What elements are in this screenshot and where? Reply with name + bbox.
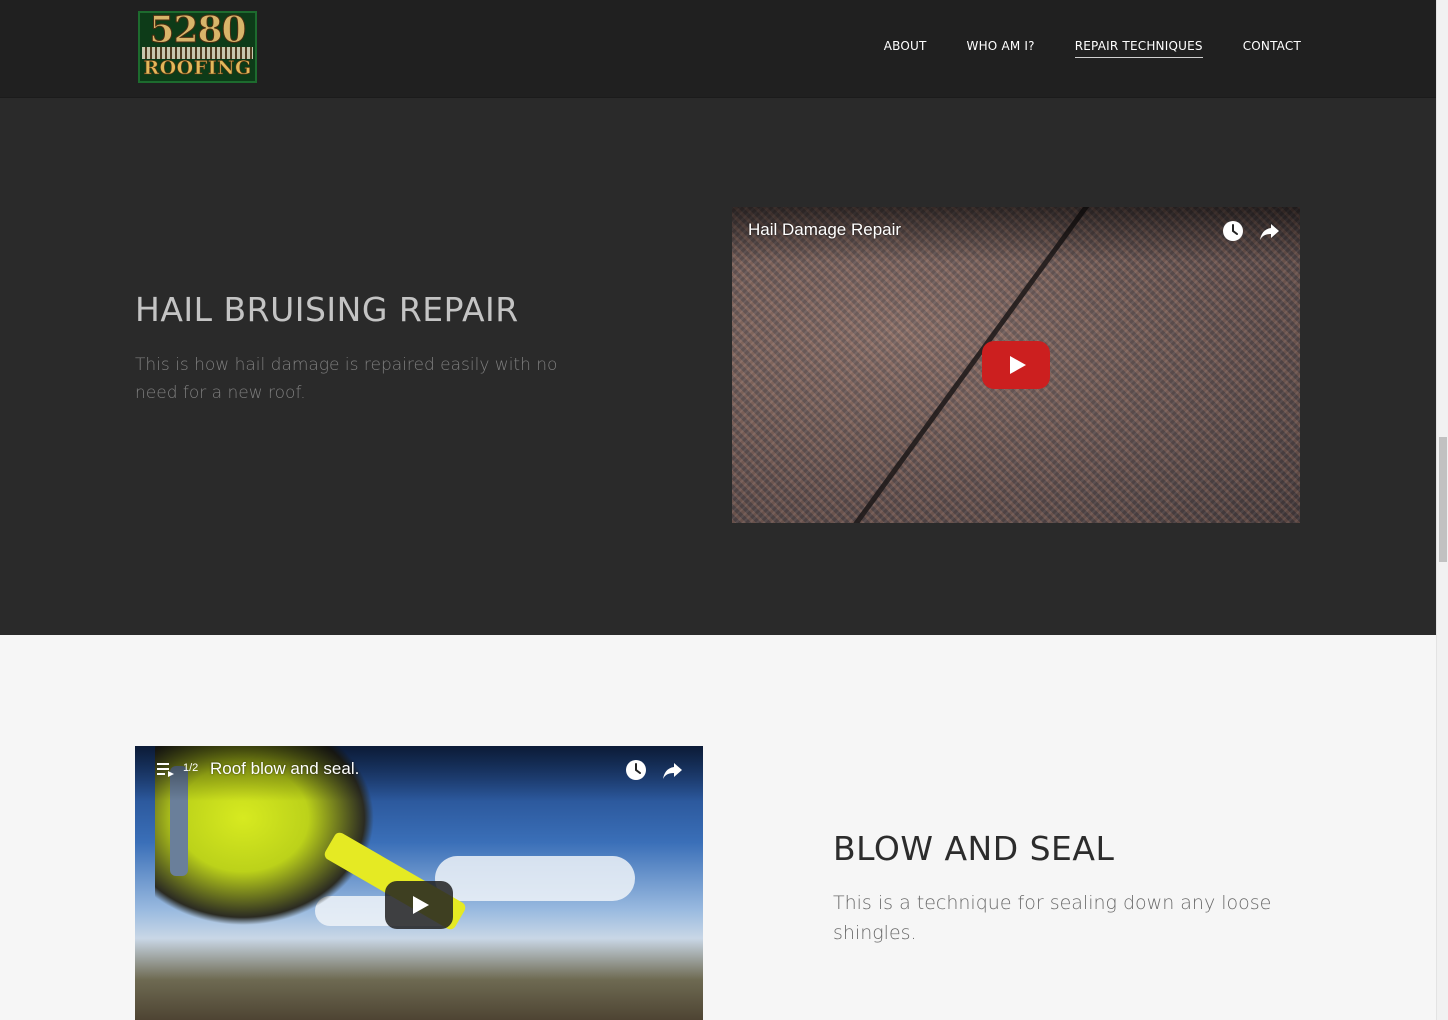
playlist-icon[interactable]	[157, 762, 175, 777]
main-nav: ABOUT WHO AM I? REPAIR TECHNIQUES CONTAC…	[884, 39, 1301, 58]
play-button[interactable]	[982, 341, 1050, 389]
page-scrollbar[interactable]	[1436, 0, 1448, 1020]
hail-repair-section: HAIL BRUISING REPAIR This is how hail da…	[0, 97, 1436, 635]
page: 5280 ROOFING ABOUT WHO AM I? REPAIR TECH…	[0, 0, 1436, 1020]
site-logo[interactable]: 5280 ROOFING	[138, 11, 257, 83]
play-button[interactable]	[385, 881, 453, 929]
section-description: This is how hail damage is repaired easi…	[135, 355, 558, 403]
video-thumbnail-cloud	[435, 856, 635, 901]
clock-icon[interactable]	[625, 759, 647, 781]
blow-and-seal-section: 1/2 Roof blow and seal. BLOW AND SEAL Th…	[0, 635, 1436, 1020]
nav-repair-techniques[interactable]: REPAIR TECHNIQUES	[1074, 39, 1203, 58]
section-title: HAIL BRUISING REPAIR	[135, 290, 519, 329]
playlist-counter: 1/2	[183, 762, 199, 774]
section-title: BLOW AND SEAL	[833, 829, 1115, 868]
nav-who-am-i[interactable]: WHO AM I?	[967, 39, 1035, 58]
logo-wordmark: ROOFING	[143, 57, 252, 80]
share-icon[interactable]	[661, 759, 683, 781]
video-title[interactable]: Roof blow and seal.	[210, 759, 359, 779]
section-description: This is a technique for sealing down any…	[833, 892, 1272, 944]
clock-icon[interactable]	[1222, 220, 1244, 242]
hail-damage-video-player[interactable]: Hail Damage Repair	[732, 207, 1300, 523]
blow-and-seal-video-player[interactable]: 1/2 Roof blow and seal.	[135, 746, 703, 1020]
scrollbar-thumb[interactable]	[1439, 437, 1447, 562]
video-title[interactable]: Hail Damage Repair	[748, 220, 901, 240]
share-icon[interactable]	[1258, 220, 1280, 242]
site-header: 5280 ROOFING ABOUT WHO AM I? REPAIR TECH…	[0, 0, 1436, 97]
nav-about[interactable]: ABOUT	[884, 39, 927, 58]
logo-number: 5280	[149, 11, 247, 52]
nav-contact[interactable]: CONTACT	[1243, 39, 1301, 58]
